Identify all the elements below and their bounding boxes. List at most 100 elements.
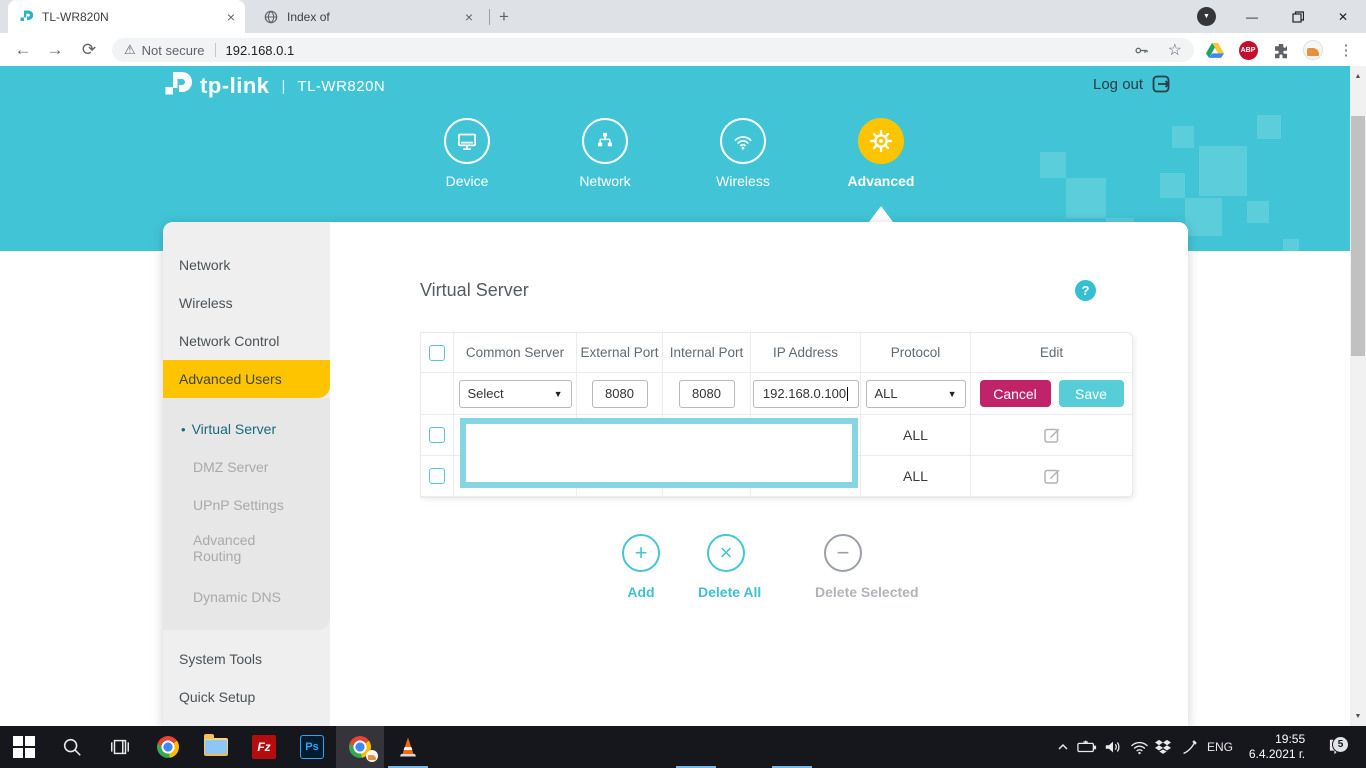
browser-tab-index-of[interactable]: Index of × <box>253 0 483 33</box>
tray-volume-icon[interactable] <box>1100 726 1126 768</box>
ip-address-input[interactable]: 192.168.0.100 <box>753 380 859 408</box>
sidebar-subitem-upnp-settings[interactable]: UPnP Settings <box>163 486 330 524</box>
virtual-server-page: Virtual Server ? Common Server External … <box>330 222 1188 726</box>
edit-icon[interactable] <box>1043 467 1061 485</box>
delete-selected-label: Delete Selected <box>815 584 871 600</box>
windows-taskbar: Fz Ps <box>0 726 1366 768</box>
protocol-select[interactable]: ALL ▼ <box>866 380 966 408</box>
col-header-ip-address: IP Address <box>751 333 861 372</box>
taskbar-photoshop[interactable]: Ps <box>288 726 336 768</box>
taskbar-vlc[interactable] <box>384 726 432 768</box>
virtual-server-table: Common Server External Port Internal Por… <box>420 332 1133 498</box>
back-button[interactable]: ← <box>10 37 36 63</box>
desktop-screen: TL-WR820N × Index of × + ▼ — ✕ ← → ⟳ <box>0 0 1366 768</box>
sidebar-subitem-virtual-server[interactable]: • Virtual Server <box>163 410 330 448</box>
forward-button[interactable]: → <box>42 37 68 63</box>
tray-dropbox-icon[interactable] <box>1150 726 1176 768</box>
tplink-favicon <box>18 9 34 25</box>
tab-divider <box>489 9 490 25</box>
edit-icon[interactable] <box>1043 426 1061 444</box>
decor-square <box>1247 201 1269 223</box>
page-scrollbar[interactable]: ▲ ▼ <box>1350 66 1366 726</box>
cancel-button[interactable]: Cancel <box>980 380 1051 407</box>
adblock-extension-icon[interactable]: ABP <box>1238 40 1258 60</box>
sidebar-item-advanced-users[interactable]: Advanced Users <box>163 360 330 398</box>
nav-label: Advanced <box>821 173 941 189</box>
active-bullet-icon: • <box>181 422 186 437</box>
taskbar-filezilla[interactable]: Fz <box>240 726 288 768</box>
extensions-puzzle-icon[interactable] <box>1271 40 1291 60</box>
not-secure-label[interactable]: Not secure <box>142 43 205 58</box>
sidebar-item-quick-setup[interactable]: Quick Setup <box>163 678 330 716</box>
scroll-up-arrow[interactable]: ▲ <box>1350 68 1366 84</box>
chevron-down-icon: ▼ <box>1203 13 1210 20</box>
decor-square <box>1257 115 1281 139</box>
save-button[interactable]: Save <box>1059 380 1124 407</box>
page-title: Virtual Server <box>420 280 529 301</box>
taskbar-chrome-icon[interactable] <box>144 726 192 768</box>
select-value: ALL <box>875 386 898 401</box>
delete-selected-button[interactable]: − Delete Selected <box>815 534 871 600</box>
notification-center-button[interactable]: 5 <box>1318 726 1358 768</box>
add-button[interactable]: + Add <box>613 534 669 600</box>
tray-language-indicator[interactable]: ENG <box>1202 726 1238 768</box>
text-caret <box>847 387 848 401</box>
refresh-button[interactable]: ⟳ <box>76 37 102 63</box>
tray-clock[interactable]: 19:55 6.4.2021 г. <box>1240 726 1314 768</box>
col-header-protocol: Protocol <box>861 333 971 372</box>
sidebar-subitem-dmz-server[interactable]: DMZ Server <box>163 448 330 486</box>
window-restore-button[interactable] <box>1275 0 1321 33</box>
sidebar-item-network-control[interactable]: Network Control <box>163 322 330 360</box>
common-server-select[interactable]: Select ▼ <box>459 380 572 408</box>
subitem-label: Virtual Server <box>192 421 277 437</box>
select-all-checkbox[interactable] <box>429 345 445 361</box>
tab-close-icon[interactable]: × <box>227 10 235 24</box>
nav-item-network[interactable]: Network <box>545 118 665 189</box>
ip-address-value: 192.168.0.100 <box>763 386 846 401</box>
scrollbar-thumb[interactable] <box>1351 116 1365 356</box>
sidebar-item-wireless[interactable]: Wireless <box>163 284 330 322</box>
tab-close-icon[interactable]: × <box>465 10 473 24</box>
google-drive-icon[interactable] <box>1205 40 1225 60</box>
window-close-button[interactable]: ✕ <box>1320 0 1366 33</box>
browser-tab-router[interactable]: TL-WR820N × <box>8 0 245 33</box>
nav-item-advanced[interactable]: Advanced <box>821 118 941 189</box>
address-bar[interactable]: ⚠ Not secure 192.168.0.1 ☆ <box>112 38 1194 62</box>
decor-square <box>1283 239 1299 251</box>
tray-battery-icon[interactable] <box>1074 726 1100 768</box>
tray-wifi-icon[interactable] <box>1126 726 1152 768</box>
titlebar-chevron-button[interactable]: ▼ <box>1197 7 1216 26</box>
row-checkbox[interactable] <box>429 468 445 484</box>
tray-pen-icon[interactable] <box>1176 726 1202 768</box>
nav-item-device[interactable]: Device <box>407 118 527 189</box>
external-port-input[interactable]: 8080 <box>592 380 648 408</box>
task-view-button[interactable] <box>96 726 144 768</box>
browser-menu-button[interactable]: ⋮ <box>1336 40 1356 60</box>
new-tab-button[interactable]: + <box>499 7 509 27</box>
restore-icon <box>1292 11 1304 23</box>
logout-button[interactable]: Log out <box>1093 74 1171 94</box>
taskbar-chrome-active[interactable] <box>336 726 384 768</box>
internal-port-input[interactable]: 8080 <box>679 380 735 408</box>
taskbar-search-button[interactable] <box>48 726 96 768</box>
delete-all-button[interactable]: × Delete All <box>698 534 754 600</box>
nav-item-wireless[interactable]: Wireless <box>683 118 803 189</box>
sidebar-item-network[interactable]: Network <box>163 246 330 284</box>
start-button[interactable] <box>0 726 48 768</box>
row-checkbox[interactable] <box>429 427 445 443</box>
decor-square <box>1199 146 1247 196</box>
help-icon[interactable]: ? <box>1075 280 1096 301</box>
sidebar-item-system-tools[interactable]: System Tools <box>163 640 330 678</box>
password-key-icon[interactable] <box>1133 42 1150 59</box>
tray-expand-chevron[interactable] <box>1052 726 1074 768</box>
url-text[interactable]: 192.168.0.1 <box>226 43 1133 58</box>
bookmark-star-icon[interactable]: ☆ <box>1168 40 1182 60</box>
custom-extension-icon[interactable] <box>1303 40 1323 60</box>
sidebar-subitem-dynamic-dns[interactable]: Dynamic DNS <box>163 578 330 616</box>
scroll-down-arrow[interactable]: ▼ <box>1350 708 1366 724</box>
row-edit-cell <box>971 415 1132 455</box>
brand-name: tp-link <box>200 73 270 99</box>
window-minimize-button[interactable]: — <box>1229 0 1275 33</box>
taskbar-file-explorer[interactable] <box>192 726 240 768</box>
sidebar-subitem-advanced-routing[interactable]: Advanced Routing <box>163 524 293 578</box>
